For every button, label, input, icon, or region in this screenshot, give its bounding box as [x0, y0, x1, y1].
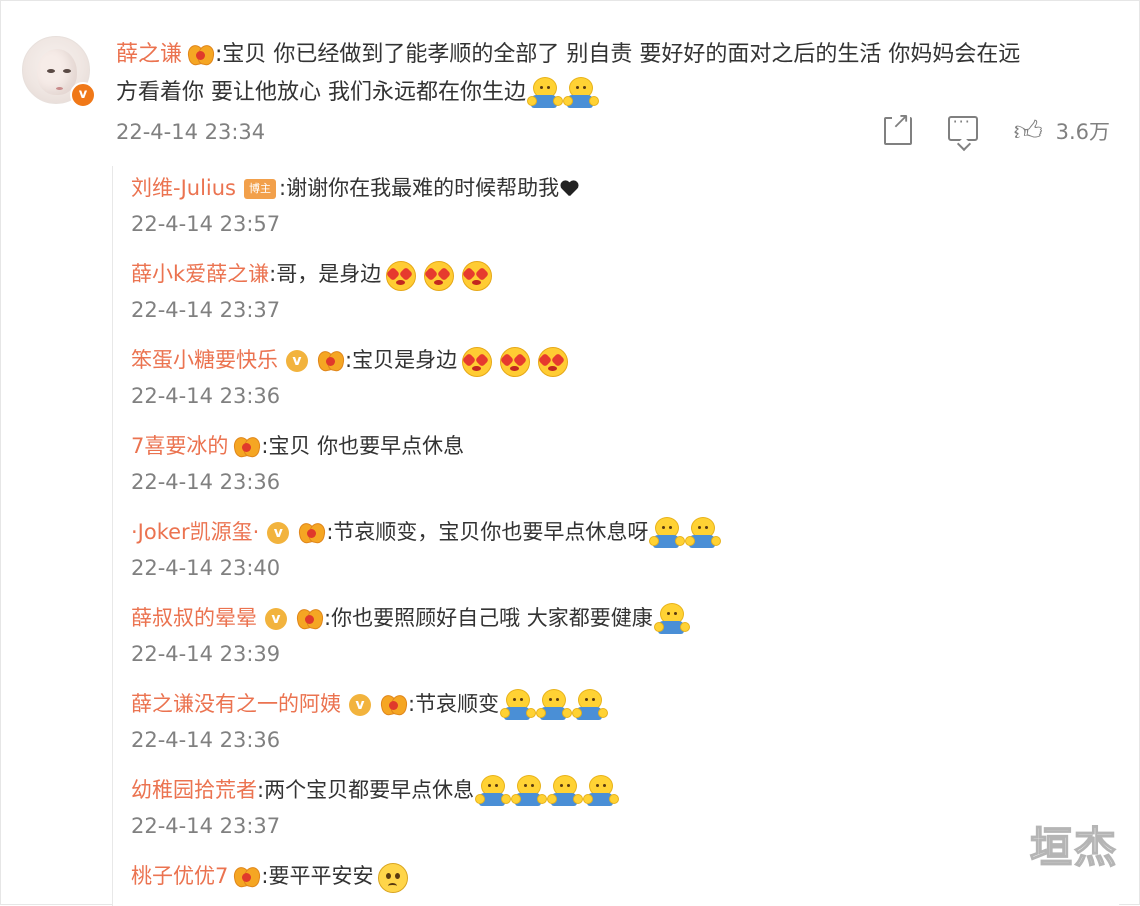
hug-emoji-icon [685, 517, 722, 549]
list-item: 刘维-Julius 博主:谢谢你在我最难的时候帮助我 22-4-14 23:57 [131, 168, 1111, 236]
reply-username[interactable]: 桃子优优7 [131, 864, 228, 888]
fan-badge-icon [381, 693, 407, 717]
main-comment-timestamp: 22-4-14 23:34 [116, 120, 266, 144]
hug-emoji-icon [572, 689, 609, 721]
reply-timestamp: 22-4-14 23:36 [131, 470, 281, 494]
reply-timestamp: 22-4-14 23:40 [131, 556, 281, 580]
reply-username[interactable]: 笨蛋小糖要快乐 [131, 348, 278, 372]
list-item: 薛小k爱薛之谦:哥，是身边 22-4-14 23:37 [131, 254, 1111, 322]
main-comment-line1: :宝贝 你已经做到了能孝顺的全部了 别自责 要好好的面对之后的生活 你妈妈会在远 [215, 42, 1021, 67]
fan-badge-icon [234, 865, 260, 889]
hug-emoji-icon [527, 77, 563, 109]
list-item: 薛之谦没有之一的阿姨 v :节哀顺变 22-4-14 23:36 [131, 684, 1111, 752]
verified-badge-icon: v [70, 82, 96, 108]
reply-text: :两个宝贝都要早点休息 [257, 778, 475, 802]
comment-icon[interactable] [947, 112, 978, 141]
list-item: 7喜要冰的 :宝贝 你也要早点休息 22-4-14 23:36 [131, 426, 1111, 494]
fan-badge-icon [297, 607, 323, 631]
kiss-emoji-icon [384, 259, 417, 291]
fan-badge-icon [234, 435, 260, 459]
like-count: 3.6万 [1055, 120, 1110, 144]
hug-emoji-icon [475, 775, 512, 807]
hug-emoji-icon [511, 775, 548, 807]
main-comment-line2: 方看着你 要让他放心 我们永远都在你生边 [116, 80, 526, 105]
kiss-emoji-icon [460, 259, 493, 291]
host-badge: 博主 [244, 179, 276, 199]
watermark: 垣杰 [1029, 822, 1118, 873]
reply-username[interactable]: 薛叔叔的晕晕 [131, 606, 257, 630]
kiss-emoji-icon [536, 345, 569, 377]
reply-timestamp: 22-4-14 23:39 [131, 642, 281, 666]
hug-emoji-icon [563, 77, 599, 109]
reply-text: :谢谢你在我最难的时候帮助我 [279, 176, 560, 200]
list-item: 幼稚园拾荒者:两个宝贝都要早点休息 22-4-14 23:37 [131, 770, 1111, 838]
reply-username[interactable]: 薛之谦没有之一的阿姨 [131, 692, 341, 716]
verified-badge-icon: v [286, 350, 308, 372]
reply-username[interactable]: ·Joker凯源玺· [131, 520, 259, 544]
kiss-emoji-icon [460, 345, 493, 377]
reply-text: :哥，是身边 [269, 262, 382, 286]
main-comment-text: 薛之谦 :宝贝 你已经做到了能孝顺的全部了 别自责 要好好的面对之后的生活 你妈妈… [116, 36, 1116, 112]
kiss-emoji-icon [498, 345, 531, 377]
reply-timestamp: 22-4-14 23:37 [131, 814, 281, 838]
fan-badge-icon [188, 43, 214, 67]
replies-container: 刘维-Julius 博主:谢谢你在我最难的时候帮助我 22-4-14 23:57 … [112, 166, 1119, 906]
fan-badge-icon [318, 349, 344, 373]
hug-emoji-icon [583, 775, 620, 807]
reply-username[interactable]: 幼稚园拾荒者 [131, 778, 257, 802]
hug-emoji-icon [547, 775, 584, 807]
reply-text: :宝贝是身边 [345, 348, 458, 372]
hug-emoji-icon [653, 603, 690, 635]
share-icon[interactable] [883, 111, 912, 145]
reply-username[interactable]: 薛小k爱薛之谦 [131, 262, 269, 286]
reply-username[interactable]: 7喜要冰的 [131, 434, 228, 458]
reply-text: :要平平安安 [261, 864, 374, 888]
reply-timestamp: 22-4-14 23:36 [131, 728, 281, 752]
reply-timestamp: 22-4-14 23:37 [131, 298, 281, 322]
black-heart-icon [561, 181, 579, 197]
sad-emoji-icon [376, 861, 409, 893]
kiss-emoji-icon [422, 259, 455, 291]
hug-emoji-icon [536, 689, 573, 721]
comment-actions: 👍︎ 3.6万 [848, 111, 1110, 146]
reply-text: :节哀顺变，宝贝你也要早点休息呀 [326, 520, 649, 544]
main-comment-username[interactable]: 薛之谦 [116, 42, 182, 67]
fan-badge-icon [299, 521, 325, 545]
list-item: 笨蛋小糖要快乐 v :宝贝是身边 22-4-14 23:36 [131, 340, 1111, 408]
verified-badge-icon: v [267, 522, 290, 544]
hug-emoji-icon [500, 689, 537, 721]
list-item: 桃子优优7 :要平平安安 [131, 856, 1111, 896]
list-item: 薛叔叔的晕晕 v :你也要照顾好自己哦 大家都要健康 22-4-14 23:39 [131, 598, 1111, 666]
list-item: ·Joker凯源玺· v :节哀顺变，宝贝你也要早点休息呀 22-4-14 23:4… [131, 512, 1111, 580]
like-icon[interactable]: 👍︎ [1014, 116, 1044, 146]
reply-timestamp: 22-4-14 23:36 [131, 384, 281, 408]
verified-badge-icon: v [349, 694, 371, 716]
reply-text: :你也要照顾好自己哦 大家都要健康 [324, 606, 653, 630]
hug-emoji-icon [649, 517, 686, 549]
reply-text: :节哀顺变 [408, 692, 500, 716]
reply-username[interactable]: 刘维-Julius [131, 176, 236, 200]
reply-text: :宝贝 你也要早点休息 [261, 434, 465, 458]
verified-badge-icon: v [265, 608, 287, 630]
reply-timestamp: 22-4-14 23:57 [131, 212, 281, 236]
